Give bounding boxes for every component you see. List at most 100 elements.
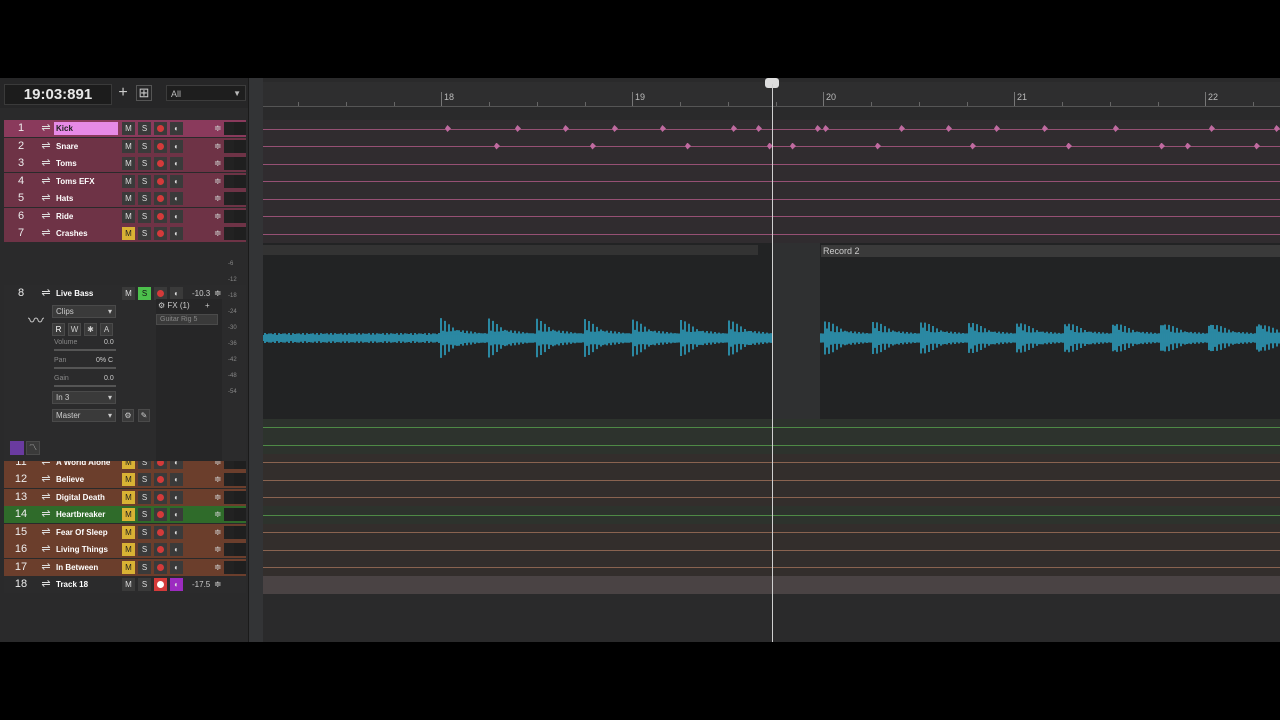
- mute-button[interactable]: M: [122, 227, 135, 240]
- gain-slider[interactable]: [54, 384, 116, 387]
- header-clip-divider[interactable]: [248, 78, 263, 642]
- mute-button[interactable]: M: [122, 490, 135, 504]
- output-settings-icon[interactable]: ⚙: [122, 408, 134, 422]
- record-arm-button[interactable]: [154, 473, 167, 486]
- mute-button[interactable]: M: [122, 525, 135, 539]
- input-echo-icon[interactable]: ◐: [170, 525, 183, 539]
- automation-icon[interactable]: 〽: [26, 440, 40, 455]
- input-echo-icon[interactable]: ◐: [170, 174, 183, 188]
- mute-button[interactable]: M: [122, 192, 135, 205]
- record-arm-button[interactable]: [154, 508, 167, 521]
- record-arm-button[interactable]: [154, 543, 167, 556]
- record-arm-button[interactable]: [154, 525, 167, 539]
- track-name[interactable]: Believe: [54, 473, 118, 486]
- mute-button[interactable]: M: [122, 578, 135, 591]
- edit-icon[interactable]: ✎: [138, 408, 150, 422]
- track-name[interactable]: Digital Death: [54, 491, 118, 504]
- track-header-5[interactable]: 5 ⇌ Hats M S ◐ ≑: [4, 190, 246, 207]
- input-echo-icon[interactable]: ◐: [170, 473, 183, 486]
- record-arm-button[interactable]: [154, 157, 167, 170]
- input-echo-icon[interactable]: ◐: [170, 490, 183, 504]
- input-echo-icon[interactable]: ◐: [170, 139, 183, 153]
- playhead-line[interactable]: [772, 84, 773, 642]
- track-header-6[interactable]: 6 ⇌ Ride M S ◐ ≑: [4, 207, 246, 225]
- mute-button[interactable]: M: [122, 157, 135, 170]
- input-echo-icon[interactable]: ◐: [170, 157, 183, 170]
- track-name[interactable]: Fear Of Sleep: [54, 526, 118, 539]
- solo-button[interactable]: S: [138, 227, 151, 240]
- record-arm-button[interactable]: [154, 209, 167, 223]
- read-automation-button[interactable]: R: [52, 322, 65, 336]
- track-name[interactable]: Kick: [54, 122, 118, 135]
- record-arm-button[interactable]: [154, 560, 167, 574]
- input-echo-icon[interactable]: ◐: [170, 122, 183, 135]
- track-name[interactable]: Crashes: [54, 227, 118, 240]
- track-filter-dropdown[interactable]: All ▼: [166, 85, 246, 101]
- track-menu-icon[interactable]: ≑: [214, 225, 222, 242]
- track-name[interactable]: Living Things: [54, 543, 118, 556]
- track-name[interactable]: Hats: [54, 192, 118, 205]
- track-name[interactable]: In Between: [54, 561, 118, 574]
- write-automation-button[interactable]: W: [68, 322, 81, 336]
- pan-slider[interactable]: [54, 366, 116, 369]
- record-arm-button[interactable]: [154, 122, 167, 135]
- track-menu-icon[interactable]: ≑: [214, 524, 222, 541]
- track-header-8-expanded[interactable]: 8 ⇌ Live Bass M S ◐ -10.3 ≑ 〰 Clips ▾ R W…: [4, 284, 246, 461]
- fx-add-icon[interactable]: +: [205, 301, 210, 310]
- track-header-18[interactable]: 18 ⇌ Track 18 M S ◐ -17.5 ≑: [4, 576, 246, 593]
- track-header-12[interactable]: 12 ⇌ Believe M S ◐ ≑: [4, 471, 246, 488]
- track-menu-icon[interactable]: ≑: [214, 190, 222, 207]
- track-name[interactable]: Heartbreaker: [54, 508, 118, 521]
- solo-button[interactable]: S: [138, 473, 151, 486]
- solo-button[interactable]: S: [138, 525, 151, 539]
- solo-button[interactable]: S: [138, 139, 151, 153]
- track-menu-icon[interactable]: ≑: [214, 173, 222, 190]
- track-menu-icon[interactable]: ≑: [214, 208, 222, 225]
- track-color-swatch[interactable]: [10, 440, 24, 455]
- output-dropdown[interactable]: Master ▾: [52, 408, 116, 422]
- record-arm-button[interactable]: [154, 490, 167, 504]
- track-menu-icon[interactable]: ≑: [214, 489, 222, 506]
- solo-button[interactable]: S: [138, 286, 151, 300]
- clip-header-record2[interactable]: Record 2: [821, 244, 1280, 257]
- mute-button[interactable]: M: [122, 508, 135, 521]
- track-menu-icon[interactable]: ≑: [214, 559, 222, 576]
- solo-button[interactable]: S: [138, 578, 151, 591]
- archive-button[interactable]: A: [100, 322, 113, 336]
- solo-button[interactable]: S: [138, 157, 151, 170]
- input-echo-icon[interactable]: ◐: [170, 209, 183, 223]
- track-header-16[interactable]: 16 ⇌ Living Things M S ◐ ≑: [4, 541, 246, 558]
- time-display[interactable]: 19:03:891: [4, 84, 112, 105]
- record-arm-button[interactable]: [154, 174, 167, 188]
- mute-button[interactable]: M: [122, 286, 135, 300]
- solo-button[interactable]: S: [138, 192, 151, 205]
- record-arm-button[interactable]: [154, 139, 167, 153]
- track-header-4[interactable]: 4 ⇌ Toms EFX M S ◐ ≑: [4, 172, 246, 190]
- record-arm-button[interactable]: [154, 578, 167, 591]
- mute-button[interactable]: M: [122, 209, 135, 223]
- solo-button[interactable]: S: [138, 508, 151, 521]
- freeze-icon[interactable]: ✱: [84, 322, 97, 336]
- clip-header-record1[interactable]: [263, 244, 758, 255]
- track-name[interactable]: Snare: [54, 140, 118, 153]
- track-header-7[interactable]: 7 ⇌ Crashes M S ◐ ≑: [4, 225, 246, 242]
- track-name[interactable]: Toms: [54, 157, 118, 170]
- track-menu-icon[interactable]: ≑: [214, 155, 222, 172]
- solo-button[interactable]: S: [138, 122, 151, 135]
- fx-rack-label[interactable]: ⚙ FX (1): [158, 301, 190, 310]
- track-name[interactable]: Toms EFX: [54, 175, 118, 188]
- solo-button[interactable]: S: [138, 543, 151, 556]
- input-echo-icon[interactable]: ◐: [170, 192, 183, 205]
- mute-button[interactable]: M: [122, 174, 135, 188]
- track-menu-icon[interactable]: ≑: [214, 576, 222, 593]
- track-name[interactable]: Live Bass: [54, 287, 118, 300]
- solo-button[interactable]: S: [138, 209, 151, 223]
- track-header-17[interactable]: 17 ⇌ In Between M S ◐ ≑: [4, 558, 246, 576]
- input-echo-icon[interactable]: ◐: [170, 560, 183, 574]
- mute-button[interactable]: M: [122, 560, 135, 574]
- record-arm-button[interactable]: [154, 227, 167, 240]
- mute-button[interactable]: M: [122, 543, 135, 556]
- track-menu-icon[interactable]: ≑: [214, 541, 222, 558]
- input-echo-icon[interactable]: ◐: [170, 508, 183, 521]
- track-header-1[interactable]: 1 ⇌ Kick M S ◐ ≑: [4, 120, 246, 137]
